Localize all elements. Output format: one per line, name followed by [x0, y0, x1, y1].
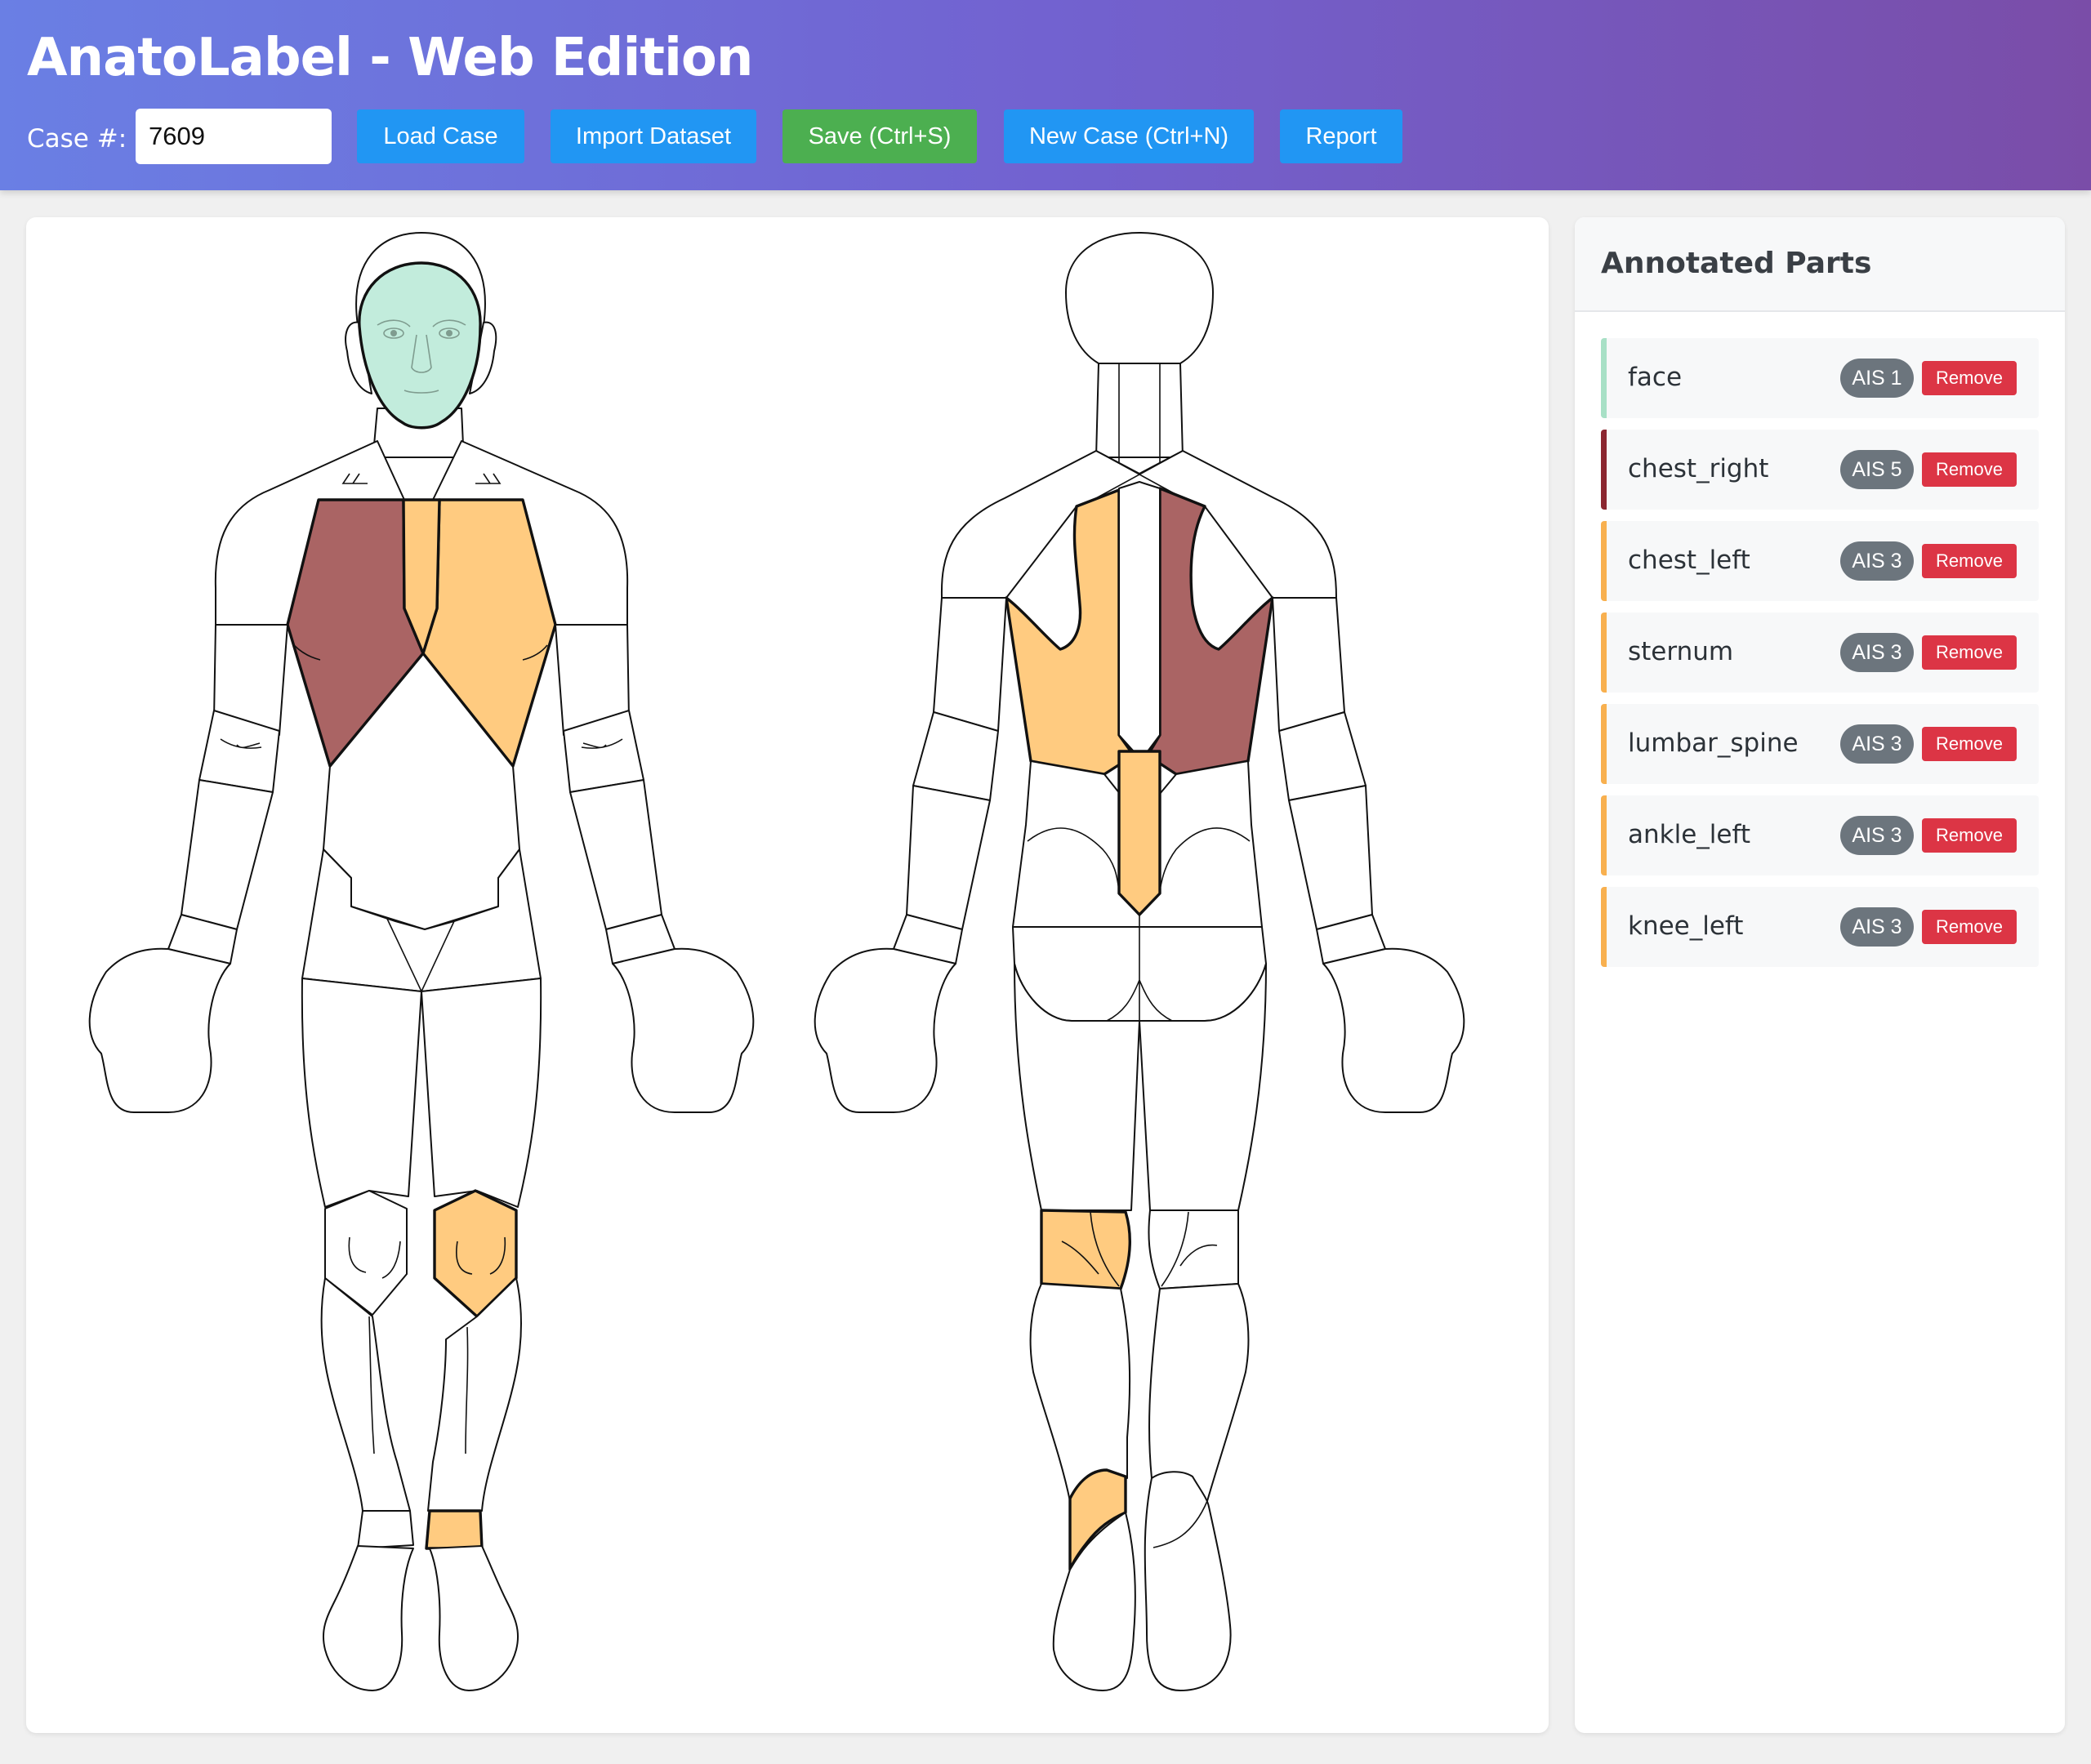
part-name: ankle_left	[1628, 820, 1750, 849]
list-item[interactable]: sternum AIS 3 Remove	[1601, 612, 2039, 693]
back-left-knee-region[interactable]	[1040, 1209, 1132, 1290]
ais-badge: AIS 3	[1840, 633, 1914, 672]
ais-badge: AIS 3	[1840, 724, 1914, 764]
list-item[interactable]: chest_left AIS 3 Remove	[1601, 521, 2039, 601]
front-left-thigh[interactable]	[421, 978, 542, 1208]
back-right-foot[interactable]	[1144, 1471, 1232, 1691]
remove-button[interactable]: Remove	[1922, 544, 2017, 578]
list-item[interactable]: knee_left AIS 3 Remove	[1601, 887, 2039, 967]
front-right-ankle[interactable]	[357, 1510, 414, 1549]
part-name: knee_left	[1628, 911, 1744, 941]
front-right-lower-leg[interactable]	[320, 1277, 411, 1512]
ais-badge: AIS 3	[1840, 907, 1914, 947]
report-button[interactable]: Report	[1280, 109, 1402, 163]
front-body-view	[88, 232, 755, 1691]
part-name: chest_right	[1628, 454, 1769, 483]
lumbar-spine-region[interactable]	[1117, 750, 1161, 916]
front-left-foot[interactable]	[429, 1545, 519, 1691]
list-item[interactable]: face AIS 1 Remove	[1601, 338, 2039, 418]
front-right-foot[interactable]	[322, 1545, 414, 1691]
back-right-knee[interactable]	[1148, 1209, 1239, 1290]
part-name: sternum	[1628, 637, 1734, 666]
import-dataset-button[interactable]: Import Dataset	[551, 109, 756, 163]
ais-badge: AIS 3	[1840, 816, 1914, 855]
ais-badge: AIS 1	[1840, 359, 1914, 398]
panel-header: Annotated Parts	[1575, 217, 2065, 312]
front-right-thigh[interactable]	[301, 978, 422, 1208]
body-diagram-svg	[88, 232, 1465, 1691]
back-body-view	[814, 232, 1465, 1691]
back-right-upper-arm[interactable]	[1272, 597, 1345, 732]
annotated-parts-panel: Annotated Parts face AIS 1 Remove chest_…	[1575, 217, 2065, 1733]
back-left-forearm[interactable]	[906, 785, 991, 930]
back-head[interactable]	[1065, 232, 1214, 364]
ais-badge: AIS 3	[1840, 541, 1914, 581]
back-left-heel[interactable]	[1052, 1512, 1136, 1691]
back-left-lower-leg[interactable]	[1029, 1283, 1131, 1502]
new-case-button[interactable]: New Case (Ctrl+N)	[1004, 109, 1254, 163]
annotated-parts-list: face AIS 1 Remove chest_right AIS 5 Remo…	[1601, 338, 2039, 978]
body-diagram-canvas	[26, 217, 1549, 1733]
back-left-upper-arm[interactable]	[933, 597, 1007, 732]
save-button[interactable]: Save (Ctrl+S)	[782, 109, 977, 163]
front-right-forearm[interactable]	[181, 779, 274, 930]
remove-button[interactable]: Remove	[1922, 635, 2017, 670]
panel-title: Annotated Parts	[1601, 247, 1872, 280]
back-right-lower-leg[interactable]	[1148, 1283, 1250, 1502]
back-right-forearm[interactable]	[1288, 785, 1373, 930]
remove-button[interactable]: Remove	[1922, 727, 2017, 761]
remove-button[interactable]: Remove	[1922, 361, 2017, 395]
remove-button[interactable]: Remove	[1922, 818, 2017, 853]
face-region[interactable]	[358, 261, 482, 430]
load-case-button[interactable]: Load Case	[357, 109, 524, 163]
case-number-input[interactable]	[136, 109, 332, 164]
list-item[interactable]: chest_right AIS 5 Remove	[1601, 430, 2039, 510]
back-spine-upper[interactable]	[1118, 481, 1161, 752]
back-left-hand[interactable]	[814, 947, 956, 1113]
remove-button[interactable]: Remove	[1922, 910, 2017, 944]
ankle-left-region[interactable]	[425, 1509, 484, 1550]
front-right-hand[interactable]	[88, 947, 231, 1113]
remove-button[interactable]: Remove	[1922, 452, 2017, 487]
ais-badge: AIS 5	[1840, 450, 1914, 489]
app-title: AnatoLabel - Web Edition	[27, 28, 753, 88]
front-left-forearm[interactable]	[569, 779, 662, 930]
list-item[interactable]: lumbar_spine AIS 3 Remove	[1601, 704, 2039, 784]
case-number-label: Case #:	[27, 124, 127, 154]
back-right-hand[interactable]	[1322, 947, 1465, 1113]
app-header: AnatoLabel - Web Edition Case #: Load Ca…	[0, 0, 2091, 190]
front-left-hand[interactable]	[612, 947, 755, 1113]
part-name: face	[1628, 363, 1683, 392]
back-neck[interactable]	[1095, 363, 1184, 458]
part-name: lumbar_spine	[1628, 728, 1799, 758]
list-item[interactable]: ankle_left AIS 3 Remove	[1601, 795, 2039, 875]
part-name: chest_left	[1628, 546, 1750, 575]
